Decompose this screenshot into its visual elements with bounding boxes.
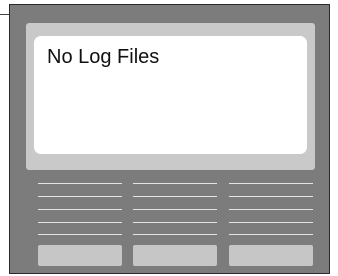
label-line [38, 209, 122, 210]
label-line [38, 222, 122, 223]
label-line [229, 222, 313, 223]
label-line [133, 234, 217, 235]
label-line [133, 183, 217, 184]
label-line [133, 209, 217, 210]
device-panel: No Log Files [9, 4, 330, 274]
softkey-2-label-lines [133, 183, 217, 235]
softkey-1-label-lines [38, 183, 122, 235]
label-line [38, 234, 122, 235]
softkey-button-3[interactable] [229, 245, 313, 266]
no-log-files-message: No Log Files [47, 46, 160, 68]
label-line [229, 183, 313, 184]
label-line [229, 234, 313, 235]
label-line [38, 196, 122, 197]
label-line [133, 222, 217, 223]
softkey-button-1[interactable] [38, 245, 122, 266]
screen-bezel: No Log Files [26, 23, 315, 170]
label-line [133, 196, 217, 197]
display-screen: No Log Files [34, 36, 307, 154]
softkey-button-2[interactable] [133, 245, 217, 266]
label-line [38, 183, 122, 184]
label-line [229, 209, 313, 210]
label-line [229, 196, 313, 197]
canvas: No Log Files [0, 0, 338, 276]
softkey-3-label-lines [229, 183, 313, 235]
